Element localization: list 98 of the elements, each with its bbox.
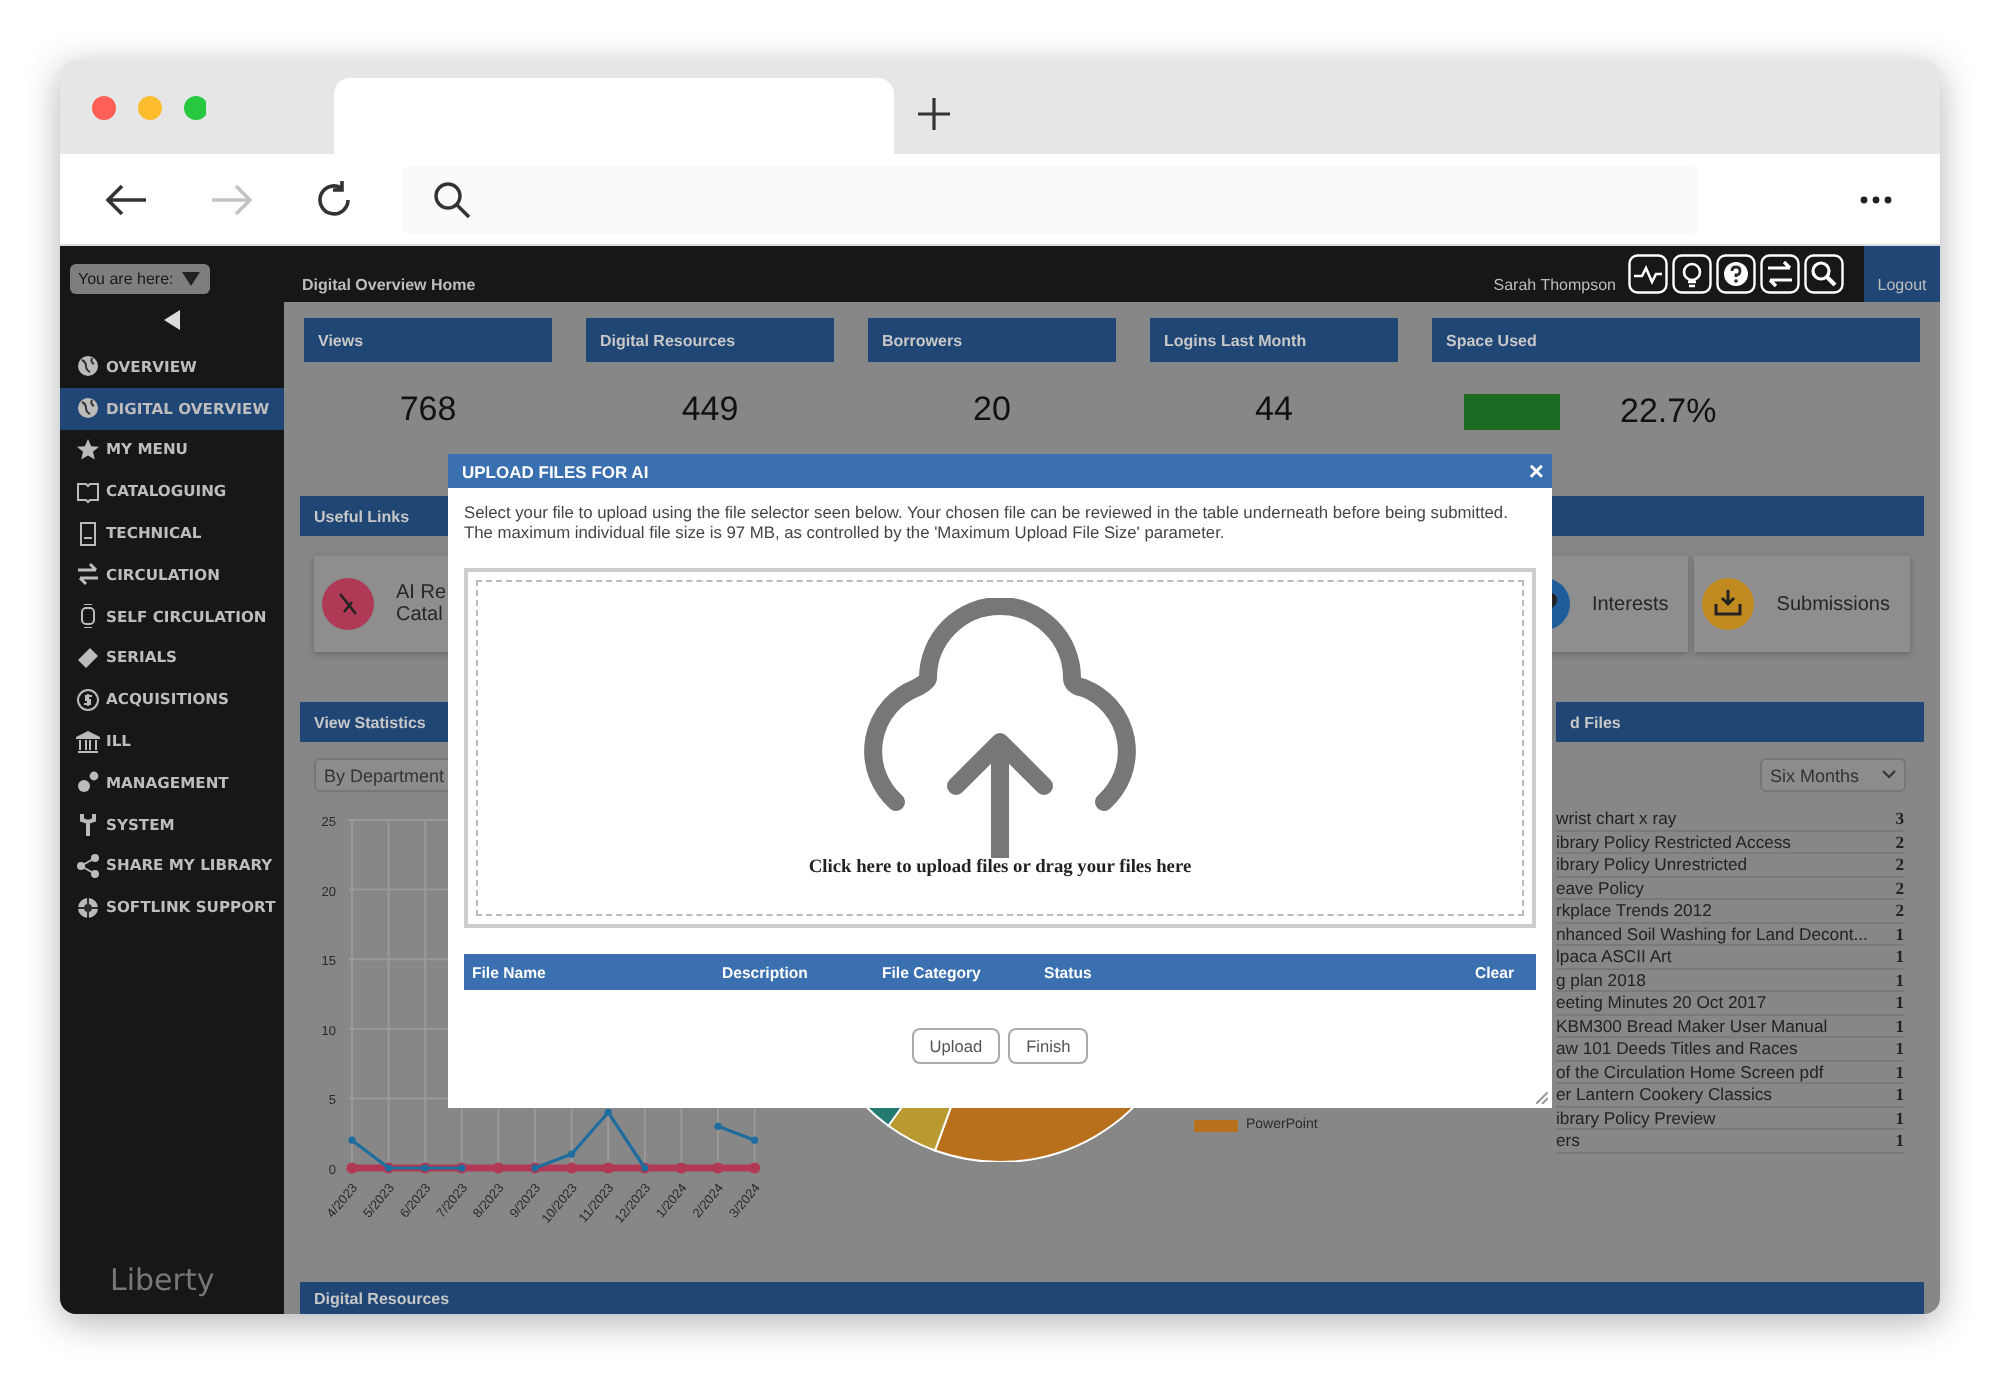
page-title: Digital Overview Home (302, 275, 476, 293)
file-name[interactable]: ibrary Policy Restricted Access (1556, 831, 1791, 852)
file-name[interactable]: rkplace Trends 2012 (1556, 900, 1712, 921)
search-icon (432, 179, 472, 219)
address-field[interactable] (402, 165, 1698, 233)
view-count: 1 (1895, 923, 1904, 944)
period-dropdown[interactable]: Six Months (1760, 758, 1906, 792)
share-icon (76, 853, 100, 878)
reload-icon[interactable] (312, 177, 356, 221)
globe-icon (76, 396, 100, 421)
view-count: 2 (1895, 900, 1904, 921)
file-name[interactable]: er Lantern Cookery Classics (1556, 1084, 1772, 1105)
new-tab-icon[interactable] (916, 96, 952, 132)
data-point (346, 1162, 358, 1174)
view-count: 1 (1895, 1061, 1904, 1082)
view-count: 3 (1895, 808, 1904, 829)
document-icon (76, 521, 100, 546)
data-point (492, 1162, 504, 1174)
file-name[interactable]: ibrary Policy Unrestricted (1556, 854, 1748, 875)
view-count: 1 (1895, 1130, 1904, 1151)
upload-button[interactable]: Upload (911, 1028, 1001, 1064)
view-count: 1 (1895, 1015, 1904, 1036)
view-count: 1 (1895, 1038, 1904, 1059)
search-icon[interactable] (1804, 254, 1844, 294)
data-point (604, 1108, 612, 1116)
dialog-title: UPLOAD FILES FOR AI (462, 461, 649, 481)
data-point (714, 1122, 722, 1130)
view-count: 1 (1895, 1084, 1904, 1105)
lifebuoy-icon (76, 895, 100, 920)
logout-button[interactable]: Logout (1864, 246, 1940, 302)
book-icon (76, 479, 100, 504)
tag-icon (76, 645, 100, 670)
file-name[interactable]: g plan 2018 (1556, 969, 1646, 990)
instructions-text: Select your file to upload using the file selector seen below. Your chosen file can be reviewed in the table underneath before being submitted. (464, 502, 1510, 522)
stat-value: 22.7% (1620, 392, 1717, 432)
data-point (348, 1136, 356, 1144)
star-icon (76, 437, 100, 462)
collapse-icon[interactable] (164, 310, 180, 330)
logo: Liberty (110, 1262, 217, 1298)
data-point (675, 1162, 687, 1174)
view-count: 2 (1895, 854, 1904, 875)
file-name[interactable]: lpaca ASCII Art (1556, 946, 1672, 967)
file-name[interactable]: eeting Minutes 20 Oct 2017 (1556, 992, 1767, 1013)
watch-icon (76, 604, 100, 629)
stat-header: Space Used (1432, 318, 1920, 362)
location-dropdown[interactable]: You are here: (70, 264, 210, 294)
stat-value: 449 (679, 388, 741, 432)
view-count: 1 (1895, 1107, 1904, 1128)
stat-header: Borrowers (868, 318, 1116, 362)
data-point (712, 1162, 724, 1174)
globe-icon (76, 354, 100, 379)
data-point (602, 1162, 614, 1174)
file-name[interactable]: ers (1556, 1130, 1580, 1151)
arrows-icon (76, 562, 100, 587)
stat-value: 768 (397, 388, 459, 432)
resize-grip-icon[interactable] (1536, 1092, 1548, 1104)
bank-icon (76, 729, 100, 754)
close-button[interactable]: × (1528, 458, 1544, 484)
stat-header: Views (304, 318, 552, 362)
drop-zone-label: Click here to upload files or drag your files here (808, 858, 1192, 878)
caret-icon (181, 272, 200, 286)
back-icon[interactable] (104, 181, 148, 217)
pulse-icon[interactable] (1628, 254, 1668, 294)
file-name[interactable]: nhanced Soil Washing for Land Decont... (1556, 923, 1868, 944)
dollar-icon (76, 687, 100, 712)
panel-header: Digital Resources (300, 1282, 1924, 1314)
data-point (568, 1150, 576, 1158)
data-point (751, 1136, 759, 1144)
file-size-note: The maximum individual file size is 97 MB, as controlled by the 'Maximum Upload File Size' parameter. (464, 522, 1227, 542)
file-drop-zone[interactable]: Click here to upload files or drag your files here (464, 568, 1536, 928)
view-count: 1 (1895, 969, 1904, 990)
help-icon[interactable] (1716, 254, 1756, 294)
stat-value: 20 (971, 388, 1013, 432)
finish-button[interactable]: Finish (1008, 1028, 1089, 1064)
data-point (566, 1162, 578, 1174)
file-name[interactable]: KBM300 Bread Maker User Manual (1556, 1015, 1828, 1036)
link-card[interactable]: Submissions (1694, 556, 1910, 652)
view-count: 2 (1895, 831, 1904, 852)
data-point (749, 1162, 761, 1174)
wrench-icon (76, 812, 100, 837)
arrows-icon[interactable] (1760, 254, 1800, 294)
file-name[interactable]: eave Policy (1556, 877, 1644, 898)
file-name[interactable]: wrist chart x ray (1556, 808, 1677, 829)
file-name[interactable]: aw 101 Deeds Titles and Races (1556, 1038, 1798, 1059)
user-name: Sarah Thompson (1493, 275, 1616, 293)
chevron-icon (1882, 770, 1896, 780)
usage-indicator (1464, 394, 1560, 430)
stat-value: 44 (1253, 388, 1295, 432)
file-name[interactable]: ibrary Policy Preview (1556, 1107, 1716, 1128)
panel-header: d Files (1556, 702, 1924, 742)
view-count: 1 (1895, 946, 1904, 967)
view-count: 1 (1895, 992, 1904, 1013)
stat-header: Logins Last Month (1150, 318, 1398, 362)
stat-header: Digital Resources (586, 318, 834, 362)
file-name[interactable]: of the Circulation Home Screen pdf (1556, 1061, 1824, 1082)
more-icon[interactable] (1858, 193, 1894, 205)
view-count: 2 (1895, 877, 1904, 898)
lightbulb-icon[interactable] (1672, 254, 1712, 294)
